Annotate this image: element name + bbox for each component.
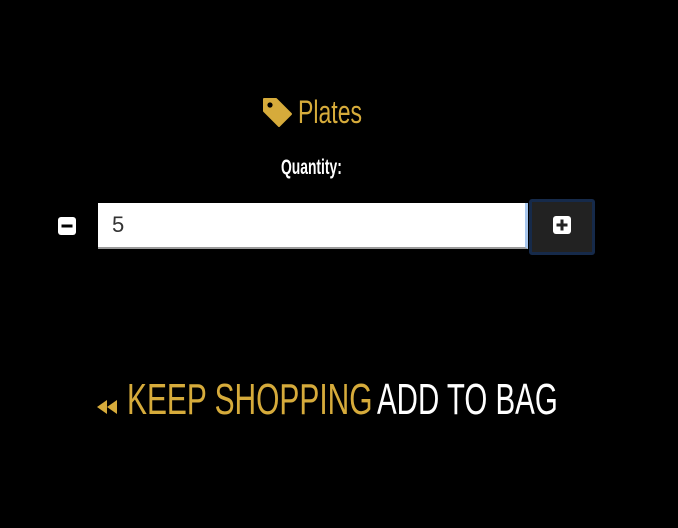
plus-square-icon: [553, 215, 571, 239]
increment-button[interactable]: [529, 199, 595, 255]
decrement-button[interactable]: [52, 213, 82, 243]
quantity-label: Quantity:: [281, 156, 342, 179]
add-to-bag-button[interactable]: ADD TO BAG: [377, 376, 558, 424]
product-title: Plates: [262, 94, 387, 130]
backward-icon: [96, 400, 118, 414]
product-name: Plates: [298, 94, 363, 130]
minus-square-icon: [58, 216, 76, 240]
keep-shopping-label: KEEP SHOPPING: [127, 375, 373, 424]
quantity-input[interactable]: [98, 203, 528, 249]
tag-icon: [262, 97, 293, 128]
